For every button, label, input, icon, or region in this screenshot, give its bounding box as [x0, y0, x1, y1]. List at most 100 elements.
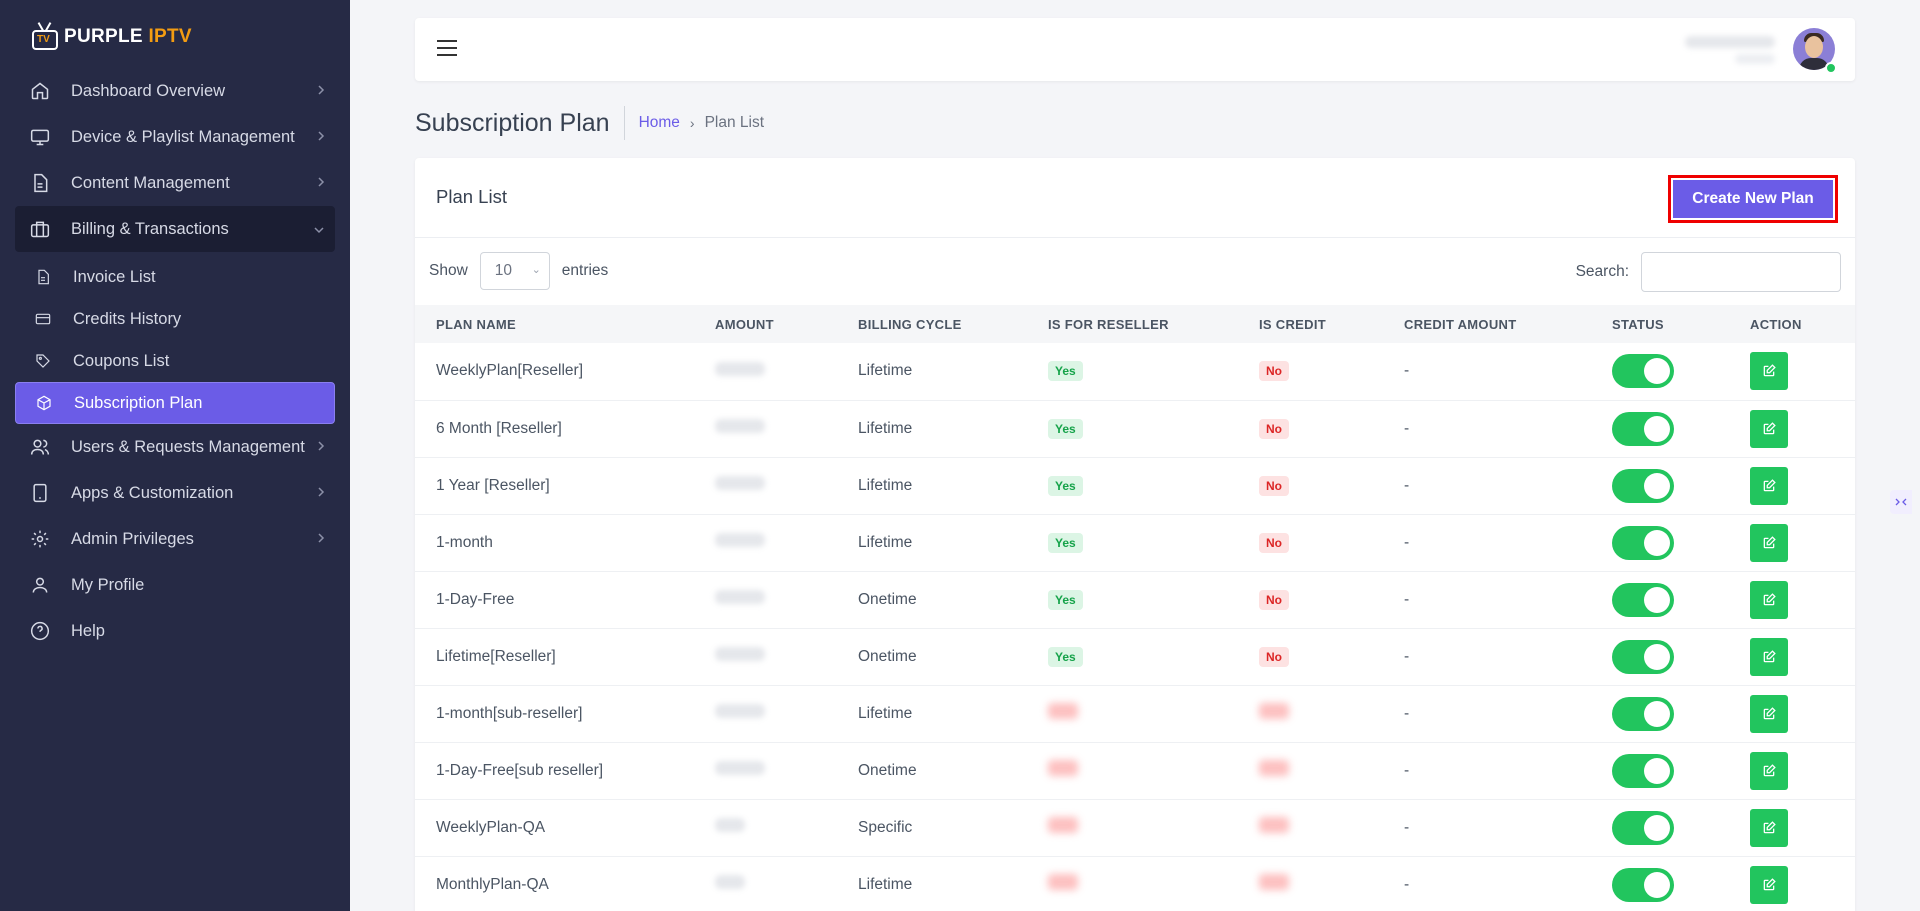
side-panel-handle-icon[interactable] — [1890, 490, 1912, 514]
column-header-action: ACTION — [1750, 316, 1802, 332]
billing-submenu: Invoice List Credits History Coupons Lis… — [15, 256, 335, 424]
edit-button[interactable] — [1750, 523, 1788, 562]
edit-button[interactable] — [1750, 694, 1788, 733]
status-badge: No — [1259, 418, 1289, 439]
plan-name-cell: 1-month — [436, 533, 493, 551]
edit-button[interactable] — [1750, 808, 1788, 847]
column-header-is-credit[interactable]: IS CREDIT — [1238, 305, 1383, 343]
chevron-right-icon — [317, 175, 325, 193]
sidebar-item-content-management[interactable]: Content Management — [15, 160, 335, 206]
edit-button[interactable] — [1750, 865, 1788, 904]
column-header-plan-name[interactable]: PLAN NAME — [415, 305, 694, 343]
status-badge: Yes — [1048, 475, 1083, 496]
edit-button[interactable] — [1750, 580, 1788, 619]
menu-toggle-icon[interactable] — [437, 40, 457, 58]
status-cell — [1591, 571, 1729, 628]
sidebar-item-credits-history[interactable]: Credits History — [15, 298, 335, 340]
plan-name-cell: WeeklyPlan[Reseller] — [436, 362, 584, 380]
briefcase-icon — [29, 218, 51, 240]
billing-cycle-cell: Onetime — [858, 647, 917, 665]
status-badge: Yes — [1048, 361, 1083, 382]
sidebar-item-admin-privileges[interactable]: Admin Privileges — [15, 516, 335, 562]
sidebar-item-my-profile[interactable]: My Profile — [15, 562, 335, 608]
chevron-right-icon — [317, 83, 325, 101]
column-header-status[interactable]: STATUS — [1591, 305, 1729, 343]
invoice-icon — [34, 268, 52, 286]
status-toggle[interactable] — [1612, 354, 1674, 389]
status-toggle[interactable] — [1612, 810, 1674, 845]
sidebar-item-label: Dashboard Overview — [71, 81, 226, 100]
amount-blurred — [715, 476, 765, 490]
reseller-cell — [1027, 742, 1238, 799]
sidebar-item-label: Subscription Plan — [74, 393, 203, 412]
edit-button[interactable] — [1750, 637, 1788, 676]
edit-button[interactable] — [1750, 409, 1788, 448]
column-header-amount[interactable]: AMOUNT — [694, 305, 837, 343]
cube-icon — [35, 394, 53, 412]
reseller-cell: Yes — [1027, 514, 1238, 571]
status-toggle[interactable] — [1612, 525, 1674, 560]
entries-control: Show 10 ⌄ entries — [429, 252, 608, 290]
reseller-cell — [1027, 685, 1238, 742]
column-header-billing-cycle[interactable]: BILLING CYCLE — [837, 305, 1027, 343]
search-input[interactable] — [1641, 252, 1841, 292]
sidebar-item-dashboard-overview[interactable]: Dashboard Overview — [15, 68, 335, 114]
edit-icon — [1763, 820, 1776, 833]
create-new-plan-button[interactable]: Create New Plan — [1668, 175, 1838, 223]
amount-cell — [694, 514, 837, 571]
credit-cell — [1238, 856, 1383, 911]
status-toggle[interactable] — [1612, 696, 1674, 731]
edit-button[interactable] — [1750, 466, 1788, 505]
sidebar-item-label: Help — [71, 621, 105, 640]
status-toggle[interactable] — [1612, 753, 1674, 788]
status-toggle[interactable] — [1612, 582, 1674, 617]
status-toggle[interactable] — [1612, 468, 1674, 503]
column-header-is-for-reseller[interactable]: IS FOR RESELLER — [1027, 305, 1238, 343]
breadcrumb-current: Plan List — [704, 114, 765, 131]
table-row: 1-Day-Free[sub reseller] Onetime - — [415, 742, 1855, 799]
edit-button[interactable] — [1750, 751, 1788, 790]
billing-cycle-cell: Specific — [858, 818, 913, 836]
breadcrumb: Home › Plan List — [639, 114, 764, 132]
credit-amount-cell: - — [1404, 533, 1410, 551]
sidebar-item-subscription-plan[interactable]: Subscription Plan — [15, 382, 335, 424]
entries-select[interactable]: 10 ⌄ — [479, 252, 550, 290]
reseller-cell: Yes — [1027, 628, 1238, 685]
sidebar-item-invoice-list[interactable]: Invoice List — [15, 256, 335, 298]
sidebar-item-apps-customization[interactable]: Apps & Customization — [15, 470, 335, 516]
entries-label: entries — [561, 262, 609, 279]
credit-cell: No — [1238, 343, 1383, 400]
status-badge-blurred — [1259, 760, 1289, 776]
column-header-credit-amount[interactable]: CREDIT AMOUNT — [1383, 305, 1591, 343]
status-toggle[interactable] — [1612, 639, 1674, 674]
status-badge: Yes — [1048, 532, 1083, 553]
chevron-right-icon — [317, 439, 325, 457]
sidebar-item-help[interactable]: Help — [15, 608, 335, 654]
brand-logo[interactable]: TV PURPLE IPTV — [32, 22, 192, 52]
edit-button[interactable] — [1750, 352, 1788, 391]
sidebar-nav: Dashboard Overview Device & Playlist Man… — [15, 68, 335, 654]
sidebar-item-users-requests[interactable]: Users & Requests Management — [15, 424, 335, 470]
user-name-blurred — [1685, 36, 1775, 66]
edit-icon — [1763, 421, 1776, 434]
status-cell — [1591, 742, 1729, 799]
table-row: 6 Month [Reseller] Lifetime Yes No - — [415, 400, 1855, 457]
credit-amount-cell: - — [1404, 761, 1410, 779]
status-toggle[interactable] — [1612, 411, 1674, 446]
tablet-icon — [29, 482, 51, 504]
credit-amount-cell: - — [1404, 419, 1410, 437]
sidebar-item-coupons-list[interactable]: Coupons List — [15, 340, 335, 382]
table-row: 1-month[sub-reseller] Lifetime - — [415, 685, 1855, 742]
sidebar-item-billing-transactions[interactable]: Billing & Transactions — [15, 206, 335, 252]
online-status-icon — [1825, 62, 1837, 74]
billing-cycle-cell: Onetime — [858, 761, 917, 779]
status-toggle[interactable] — [1612, 867, 1674, 902]
status-badge: No — [1259, 532, 1289, 553]
credit-amount-cell: - — [1404, 704, 1410, 722]
sidebar-item-device-playlist[interactable]: Device & Playlist Management — [15, 114, 335, 160]
tv-logo-icon: TV — [32, 22, 58, 52]
status-cell — [1591, 628, 1729, 685]
breadcrumb-home-link[interactable]: Home — [639, 114, 680, 132]
plan-name-cell: 1 Year [Reseller] — [436, 476, 550, 494]
sidebar-item-label: My Profile — [71, 575, 145, 594]
